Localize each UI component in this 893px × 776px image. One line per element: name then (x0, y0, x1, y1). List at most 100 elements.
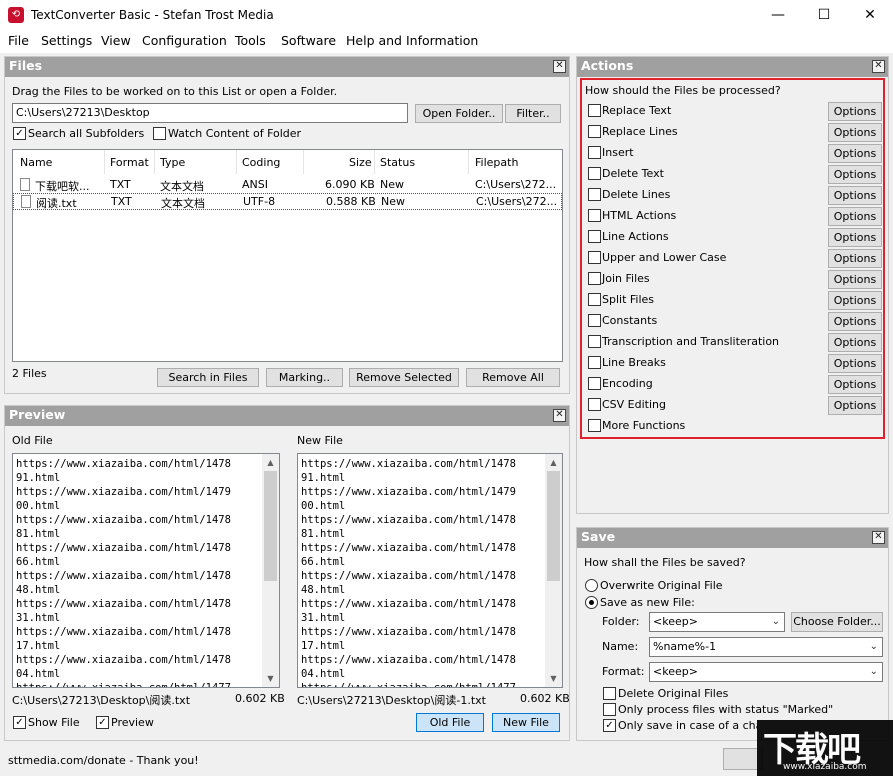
action-options-button[interactable]: Options (828, 228, 882, 247)
preview-checkbox[interactable]: ✓ (96, 716, 109, 729)
preview-close-icon[interactable]: ✕ (553, 409, 566, 422)
save-new-radio[interactable] (585, 596, 598, 609)
action-options-button[interactable]: Options (828, 354, 882, 373)
remove-selected-button[interactable]: Remove Selected (349, 368, 459, 387)
scroll-down-icon[interactable]: ▼ (545, 670, 562, 687)
action-checkbox[interactable] (588, 146, 601, 159)
action-options-button[interactable]: Options (828, 123, 882, 142)
format-select[interactable]: <keep> ⌄ (649, 662, 883, 682)
text-line: https://www.xiazaiba.com/html/1478 (301, 514, 516, 526)
new-file-textarea[interactable]: https://www.xiazaiba.com/html/1478 91.htm… (297, 453, 563, 688)
menu-configuration[interactable]: Configuration (142, 33, 227, 48)
action-checkbox[interactable] (588, 104, 601, 117)
action-checkbox[interactable] (588, 314, 601, 327)
action-options-button[interactable]: Options (828, 291, 882, 310)
action-checkbox[interactable] (588, 251, 601, 264)
open-folder-button[interactable]: Open Folder.. (415, 104, 503, 123)
action-checkbox[interactable] (588, 209, 601, 222)
column-header-format[interactable]: Format (110, 156, 149, 169)
files-close-icon[interactable]: ✕ (553, 60, 566, 73)
action-checkbox[interactable] (588, 335, 601, 348)
menu-software[interactable]: Software (281, 33, 336, 48)
action-label: Line Breaks (602, 356, 666, 369)
action-options-button[interactable]: Options (828, 333, 882, 352)
text-line: https://www.xiazaiba.com/html/1478 (301, 654, 516, 666)
old-file-textarea[interactable]: https://www.xiazaiba.com/html/1478 91.htm… (12, 453, 280, 688)
search-subfolders-checkbox[interactable]: ✓ (13, 127, 26, 140)
remove-all-button[interactable]: Remove All (466, 368, 560, 387)
new-file-button[interactable]: New File (492, 713, 560, 732)
column-separator (236, 150, 237, 174)
table-row[interactable]: 阅读.txt TXT 文本文档 UTF-8 0.588 KB New C:\Us… (13, 193, 562, 210)
column-header-filepath[interactable]: Filepath (475, 156, 518, 169)
action-checkbox[interactable] (588, 419, 601, 432)
file-list[interactable]: Name Format Type Coding Size Status File… (12, 149, 563, 362)
action-checkbox[interactable] (588, 230, 601, 243)
menu-view[interactable]: View (101, 33, 131, 48)
action-options-button[interactable]: Options (828, 270, 882, 289)
column-header-status[interactable]: Status (380, 156, 415, 169)
show-file-checkbox[interactable]: ✓ (13, 716, 26, 729)
menu-tools[interactable]: Tools (235, 33, 266, 48)
name-combobox[interactable]: %name%-1 ⌄ (649, 637, 883, 657)
text-line: 66.html (16, 556, 61, 568)
scroll-thumb[interactable] (547, 471, 560, 581)
old-file-scrollbar[interactable]: ▲ ▼ (262, 454, 279, 687)
scroll-up-icon[interactable]: ▲ (262, 454, 279, 471)
menu-help[interactable]: Help and Information (346, 33, 478, 48)
save-close-icon[interactable]: ✕ (872, 531, 885, 544)
scroll-up-icon[interactable]: ▲ (545, 454, 562, 471)
folder-select[interactable]: <keep> ⌄ (649, 612, 785, 632)
overwrite-radio[interactable] (585, 579, 598, 592)
delete-original-checkbox[interactable] (603, 687, 616, 700)
chevron-down-icon: ⌄ (869, 641, 878, 652)
action-checkbox[interactable] (588, 356, 601, 369)
scroll-thumb[interactable] (264, 471, 277, 581)
action-checkbox[interactable] (588, 272, 601, 285)
column-header-size[interactable]: Size (349, 156, 372, 169)
filter-button[interactable]: Filter.. (505, 104, 561, 123)
action-checkbox[interactable] (588, 188, 601, 201)
scroll-down-icon[interactable]: ▼ (262, 670, 279, 687)
text-line: https://www.xiazaiba.com/html/1477 (16, 682, 231, 688)
action-label: Line Actions (602, 230, 669, 243)
maximize-button[interactable]: ☐ (801, 0, 847, 31)
folder-path-input[interactable]: C:\Users\27213\Desktop (12, 103, 408, 123)
column-separator (374, 150, 375, 174)
column-header-coding[interactable]: Coding (242, 156, 280, 169)
action-options-button[interactable]: Options (828, 207, 882, 226)
action-options-button[interactable]: Options (828, 312, 882, 331)
choose-folder-button[interactable]: Choose Folder... (791, 612, 883, 632)
action-checkbox[interactable] (588, 125, 601, 138)
action-checkbox[interactable] (588, 398, 601, 411)
action-options-button[interactable]: Options (828, 186, 882, 205)
new-file-scrollbar[interactable]: ▲ ▼ (545, 454, 562, 687)
menu-settings[interactable]: Settings (41, 33, 92, 48)
action-options-button[interactable]: Options (828, 396, 882, 415)
action-checkbox[interactable] (588, 293, 601, 306)
action-options-button[interactable]: Options (828, 375, 882, 394)
action-options-button[interactable]: Options (828, 102, 882, 121)
menu-file[interactable]: File (8, 33, 29, 48)
actions-close-icon[interactable]: ✕ (872, 60, 885, 73)
action-checkbox[interactable] (588, 377, 601, 390)
table-row[interactable]: 下载吧软... TXT 文本文档 ANSI 6.090 KB New C:\Us… (13, 176, 562, 193)
column-header-name[interactable]: Name (20, 156, 52, 169)
marking-button[interactable]: Marking.. (266, 368, 343, 387)
action-options-button[interactable]: Options (828, 144, 882, 163)
action-checkbox[interactable] (588, 167, 601, 180)
column-header-type[interactable]: Type (160, 156, 185, 169)
only-change-checkbox[interactable]: ✓ (603, 719, 616, 732)
minimize-button[interactable]: — (755, 0, 801, 31)
action-options-button[interactable]: Options (828, 165, 882, 184)
close-window-button[interactable]: ✕ (847, 0, 893, 31)
text-line: https://www.xiazaiba.com/html/1478 (16, 654, 231, 666)
file-status: New (380, 178, 404, 191)
search-in-files-button[interactable]: Search in Files (157, 368, 259, 387)
only-marked-checkbox[interactable] (603, 703, 616, 716)
watch-folder-checkbox[interactable] (153, 127, 166, 140)
text-line: 17.html (16, 640, 61, 652)
old-file-button[interactable]: Old File (416, 713, 484, 732)
action-options-button[interactable]: Options (828, 249, 882, 268)
text-line: https://www.xiazaiba.com/html/1478 (16, 514, 231, 526)
